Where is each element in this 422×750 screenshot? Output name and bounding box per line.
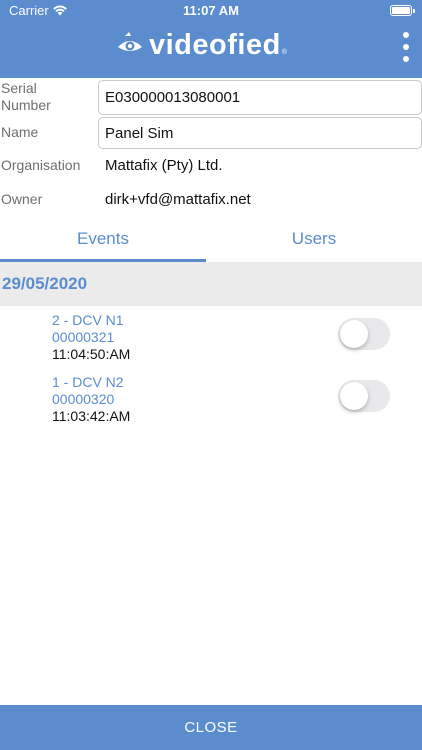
logo-registered-mark: ® <box>281 48 287 56</box>
close-button[interactable]: CLOSE <box>0 705 422 750</box>
event-time: 11:04:50:AM <box>52 346 131 362</box>
name-label: Name <box>1 124 39 140</box>
status-time: 11:07 AM <box>183 3 239 18</box>
event-toggle[interactable] <box>338 380 390 412</box>
app-header: Carrier 11:07 AM videofied ® <box>0 0 422 78</box>
more-vertical-icon[interactable] <box>398 30 414 64</box>
organisation-value: Mattafix (Pty) Ltd. <box>105 157 223 174</box>
event-id: 00000321 <box>52 329 115 345</box>
tab-events[interactable]: Events <box>0 220 206 261</box>
videofied-logo: videofied ® <box>115 28 287 62</box>
event-time: 11:03:42:AM <box>52 408 131 424</box>
event-title: 1 - DCV N2 <box>52 374 124 390</box>
date-section-header: 29/05/2020 <box>0 262 422 306</box>
event-date: 29/05/2020 <box>2 274 88 293</box>
battery-icon <box>390 5 415 16</box>
event-toggle[interactable] <box>338 318 390 350</box>
serial-number-field[interactable] <box>98 80 422 115</box>
logo-wordmark: videofied <box>149 28 281 61</box>
event-title: 2 - DCV N1 <box>52 312 124 328</box>
serial-number-label: Serial Number <box>1 80 51 113</box>
organisation-label: Organisation <box>1 157 81 173</box>
tab-users[interactable]: Users <box>206 220 422 261</box>
owner-label: Owner <box>1 191 43 207</box>
status-bar: Carrier 11:07 AM <box>0 0 422 22</box>
event-id: 00000320 <box>52 391 115 407</box>
videofied-eye-icon <box>118 32 142 51</box>
owner-value: dirk+vfd@mattafix.net <box>105 191 251 208</box>
name-field[interactable] <box>98 117 422 149</box>
